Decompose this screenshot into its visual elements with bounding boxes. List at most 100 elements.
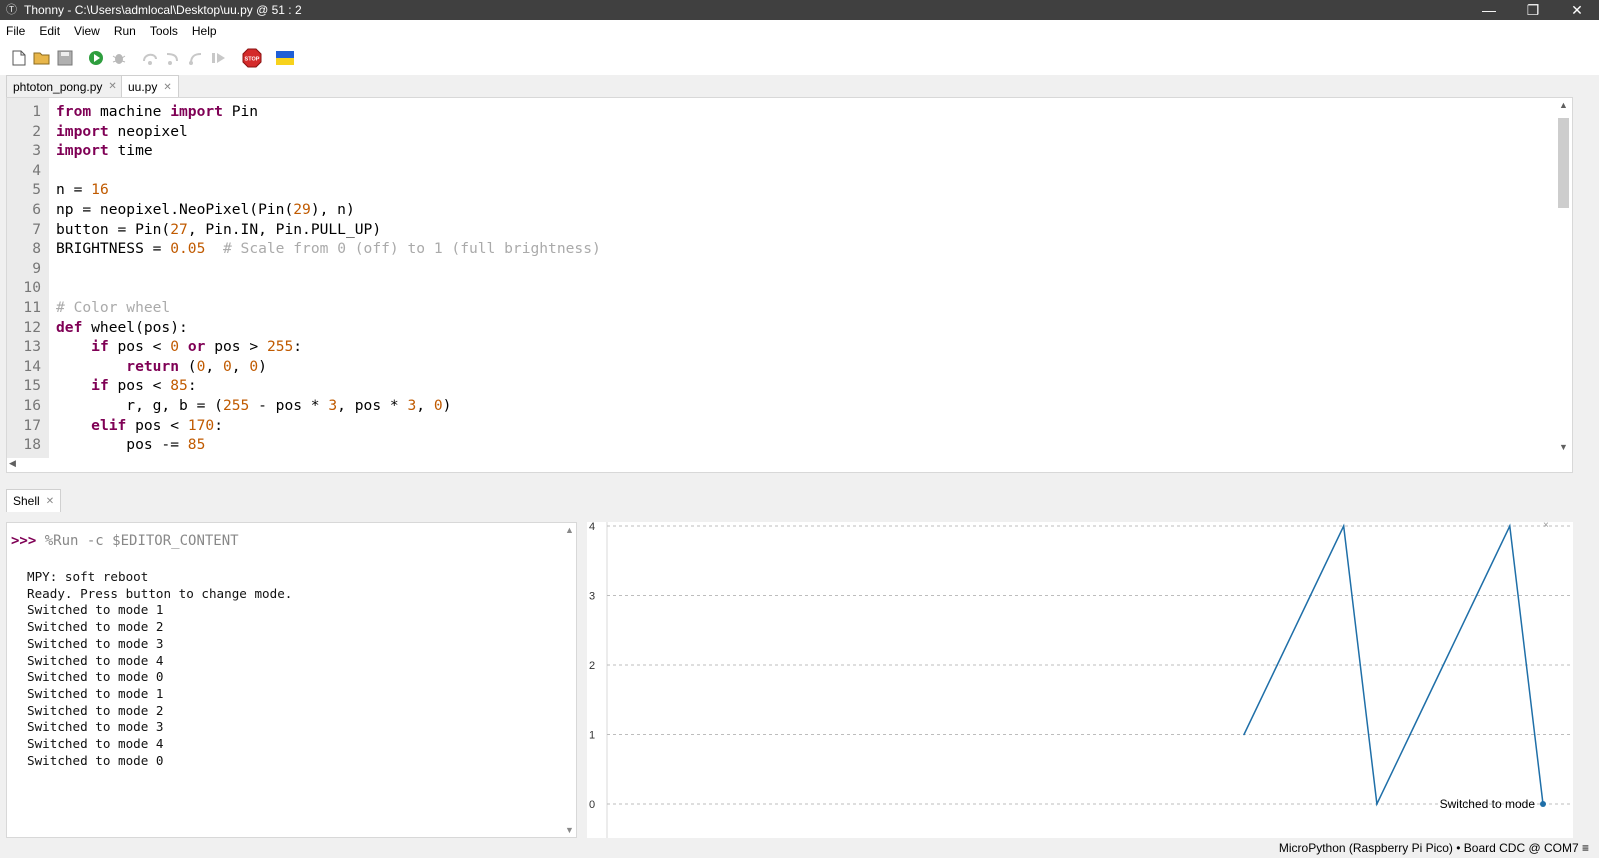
debug-icon[interactable] xyxy=(108,47,130,69)
shell-output-line: Ready. Press button to change mode. xyxy=(27,585,293,601)
shell-output-line: Switched to mode 4 xyxy=(27,652,164,668)
y-tick-label: 2 xyxy=(589,660,595,672)
legend-marker xyxy=(1540,801,1546,807)
close-tab-icon[interactable]: ✕ xyxy=(46,496,54,507)
toolbar: STOP xyxy=(0,41,1599,75)
stop-icon[interactable]: STOP xyxy=(241,47,263,69)
step-out-icon[interactable] xyxy=(185,47,207,69)
y-tick-label: 1 xyxy=(589,730,595,742)
step-over-icon[interactable] xyxy=(139,47,161,69)
close-tab-icon[interactable]: ✕ xyxy=(163,82,171,93)
code-text: import neopixel xyxy=(56,122,188,140)
shell-scrollbar[interactable]: ▲ ▼ xyxy=(563,523,576,837)
line-number: 16 xyxy=(23,397,41,414)
open-folder-icon[interactable] xyxy=(31,47,53,69)
plot-chart: 0 1 2 3 4 Switched to mode × xyxy=(589,520,1571,838)
tab-label: phtoton_pong.py xyxy=(13,79,103,94)
data-point xyxy=(1276,664,1279,666)
legend-label: Switched to mode xyxy=(1440,797,1536,811)
new-file-icon[interactable] xyxy=(8,47,30,69)
code-text: BRIGHTNESS = 0.05 # Scale from 0 (off) t… xyxy=(56,240,601,258)
close-icon[interactable]: ✕ xyxy=(1555,0,1599,20)
line-number: 10 xyxy=(23,279,41,297)
y-tick-label: 0 xyxy=(589,799,595,811)
minimize-icon[interactable]: — xyxy=(1467,0,1511,20)
menu-tools[interactable]: Tools xyxy=(150,24,178,38)
thonny-icon: Ⓣ xyxy=(6,4,17,16)
code-editor[interactable]: 1 from machine import Pin 2 import neopixel… xyxy=(6,97,1573,473)
status-bar: MicroPython (Raspberry Pi Pico) • Board … xyxy=(0,838,1599,858)
tab-label: Shell xyxy=(13,494,40,508)
restore-icon[interactable]: ❐ xyxy=(1511,0,1555,20)
code-text: n = 16 xyxy=(56,181,109,199)
scroll-down-icon[interactable]: ▼ xyxy=(565,825,574,835)
shell-output-line: Switched to mode 3 xyxy=(27,719,164,735)
menu-view[interactable]: View xyxy=(74,24,100,38)
menu-edit[interactable]: Edit xyxy=(39,24,60,38)
line-number: 5 xyxy=(32,181,41,199)
code-text: pos -= 85 xyxy=(56,436,206,454)
shell-output-line: Switched to mode 2 xyxy=(27,619,164,635)
code-text: # Color wheel xyxy=(56,299,171,316)
menu-help[interactable]: Help xyxy=(192,24,217,38)
tab-uu[interactable]: uu.py ✕ xyxy=(121,75,179,98)
shell-output-line: MPY: soft reboot xyxy=(27,569,149,584)
line-number: 13 xyxy=(23,338,41,356)
line-number: 2 xyxy=(32,122,41,140)
tab-phtoton-pong[interactable]: phtoton_pong.py ✕ xyxy=(6,75,124,97)
data-point xyxy=(1342,525,1345,527)
ukraine-flag-icon[interactable] xyxy=(274,47,296,69)
stop-label: STOP xyxy=(245,57,260,63)
resume-icon[interactable] xyxy=(208,47,230,69)
line-number: 18 xyxy=(23,436,41,454)
scroll-up-icon[interactable]: ▲ xyxy=(1555,100,1572,114)
line-number: 14 xyxy=(23,357,41,375)
tab-shell[interactable]: Shell ✕ xyxy=(6,489,62,512)
run-icon[interactable] xyxy=(85,47,107,69)
editor-horizontal-scrollbar[interactable]: ◀ xyxy=(7,458,1572,472)
line-number: 17 xyxy=(23,416,41,434)
y-tick-label: 4 xyxy=(589,522,595,533)
menu-file[interactable]: File xyxy=(6,24,25,38)
editor-tabs: phtoton_pong.py ✕ uu.py ✕ xyxy=(0,75,1599,98)
scroll-left-icon[interactable]: ◀ xyxy=(9,458,16,469)
shell-output-line: Switched to mode 3 xyxy=(27,635,164,651)
editor-vertical-scrollbar[interactable]: ▲ ▼ xyxy=(1555,98,1572,472)
shell-panel[interactable]: >>> %Run -c $EDITOR_CONTENT MPY: soft re… xyxy=(6,522,577,838)
shell-output-line: Switched to mode 1 xyxy=(27,685,164,701)
code-text: import time xyxy=(56,142,153,160)
line-number: 11 xyxy=(23,299,41,316)
code-text: from machine import Pin xyxy=(56,103,259,120)
scroll-down-icon[interactable]: ▼ xyxy=(1555,442,1572,456)
close-plotter-icon[interactable]: × xyxy=(1543,520,1549,531)
shell-command: %Run -c $EDITOR_CONTENT xyxy=(44,533,239,549)
shell-tabs: Shell ✕ xyxy=(0,488,1599,512)
code-text: np = neopixel.NeoPixel(Pin(29), n) xyxy=(56,201,355,218)
shell-output-line: Switched to mode 1 xyxy=(27,602,164,618)
scroll-up-icon[interactable]: ▲ xyxy=(565,525,574,535)
shell-output-line: Switched to mode 4 xyxy=(27,736,164,751)
shell-output-line: Switched to mode 0 xyxy=(27,669,164,685)
menu-run[interactable]: Run xyxy=(114,24,136,38)
interpreter-status[interactable]: MicroPython (Raspberry Pi Pico) • Board … xyxy=(1279,841,1589,855)
step-into-icon[interactable] xyxy=(162,47,184,69)
data-point xyxy=(1475,594,1478,597)
window-controls: — ❐ ✕ xyxy=(1467,0,1599,20)
title-bar: Ⓣ Thonny - C:\Users\admlocal\Desktop\uu.… xyxy=(0,0,1599,20)
shell-output-line: Switched to mode 2 xyxy=(27,702,164,718)
line-number: 3 xyxy=(32,142,41,160)
close-tab-icon[interactable]: ✕ xyxy=(108,81,116,92)
scroll-thumb[interactable] xyxy=(1558,118,1569,208)
data-point xyxy=(1409,733,1411,736)
data-point xyxy=(1442,664,1445,666)
line-number: 8 xyxy=(32,240,41,258)
code-text: elif pos < 170: xyxy=(91,416,223,434)
line-number: 6 xyxy=(32,201,41,218)
code-text: def wheel(pos): xyxy=(56,318,188,336)
shell-output-line: Switched to mode 0 xyxy=(27,752,164,768)
tab-label: uu.py xyxy=(128,80,158,94)
menu-bar: File Edit View Run Tools Help xyxy=(0,20,1599,41)
prompt-symbol: >>> xyxy=(11,533,37,549)
save-icon[interactable] xyxy=(54,47,76,69)
code-text: if pos < 85: xyxy=(91,377,197,395)
